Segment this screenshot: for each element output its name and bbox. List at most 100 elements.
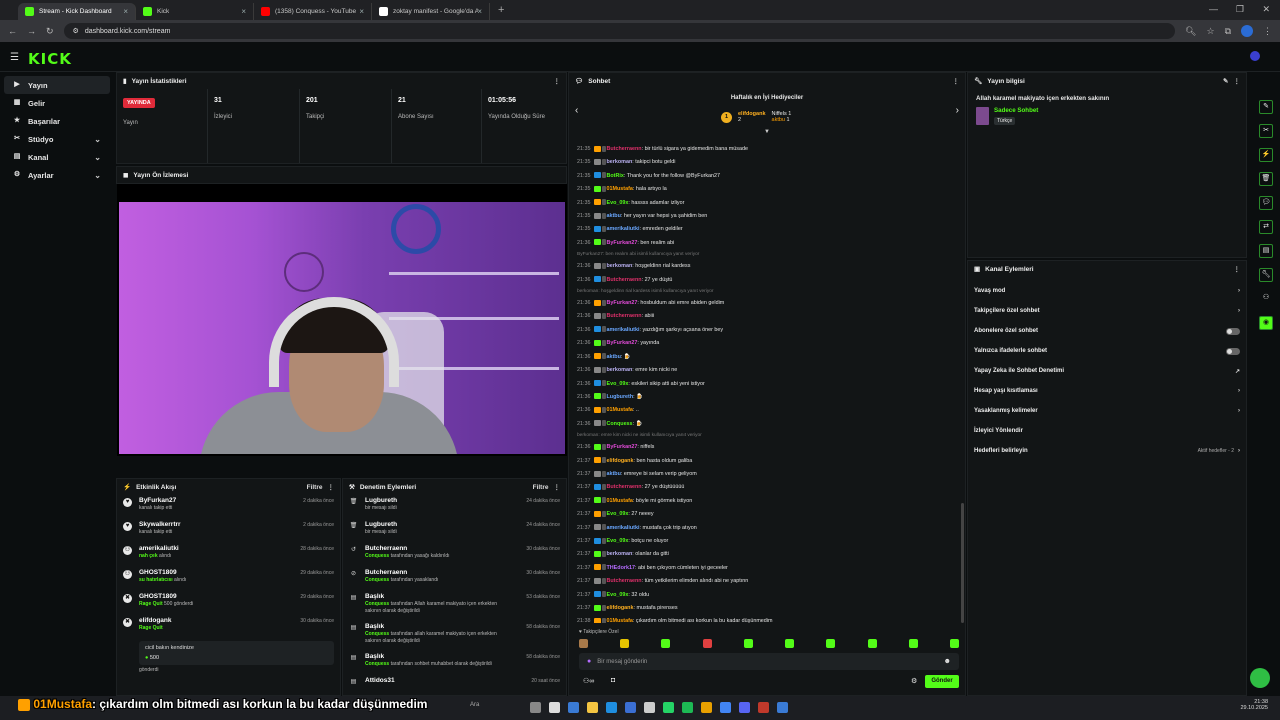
emote-icon[interactable] <box>743 639 753 648</box>
chevron-down-icon[interactable]: ⌄ <box>94 171 101 180</box>
site-info-icon[interactable]: ⚙ <box>73 27 79 35</box>
chat-rail-icon[interactable]: 💬︎ <box>1259 196 1273 210</box>
sidebar-item[interactable]: ▤ Kanal ⌄ <box>4 148 110 166</box>
chat-username[interactable]: 01Mustafa <box>607 186 633 192</box>
chat-username[interactable]: Butcherraenn <box>607 484 642 490</box>
sidebar-item[interactable]: ⚙ Ayarlar ⌄ <box>4 166 110 184</box>
chat-username[interactable]: Butcherraenn <box>607 277 642 283</box>
edit-rail-icon[interactable]: ✎ <box>1259 100 1273 114</box>
chat-username[interactable]: elifdogank <box>607 458 634 464</box>
chat-message[interactable]: 21:37 THEdork17: abi ben çıkıyom cümleten… <box>569 562 959 575</box>
channel-action-row[interactable]: Yavaş mod › <box>968 281 1246 301</box>
chat-message[interactable]: 21:38 01Mustafa: çıkardım olm bitmedi ası… <box>569 615 959 623</box>
chat-message[interactable]: 21:36 01Mustafa: .. <box>569 404 959 417</box>
task-view-icon[interactable] <box>530 702 541 713</box>
moderation-item[interactable]: ↺ Butcherraenn Conquess tarafından yasağı … <box>343 543 566 567</box>
gifter-name[interactable]: elifdogank <box>738 111 766 117</box>
chat-username[interactable]: ByFurkan27 <box>607 300 638 306</box>
widgets-icon[interactable] <box>549 702 560 713</box>
chat-username[interactable]: ByFurkan27 <box>607 444 638 450</box>
chat-message[interactable]: 21:35 amerikaliutki: emreden geldiler <box>569 223 959 236</box>
chat-username[interactable]: berkoman <box>607 263 633 269</box>
channel-action-row[interactable]: Yapay Zeka ile Sohbet Denetimi ↗ <box>968 361 1246 381</box>
chat-username[interactable]: berkoman <box>607 551 633 557</box>
clip-icon[interactable]: ✂ <box>1259 124 1273 138</box>
address-bar[interactable]: ⚙ dashboard.kick.com/stream <box>63 23 1176 39</box>
chat-username[interactable]: aktbu <box>607 471 621 477</box>
external-link-icon[interactable]: ↗ <box>1235 368 1240 375</box>
edge-icon[interactable] <box>606 702 617 713</box>
moderation-item[interactable]: ▤ Attidos31 20 saat önce <box>343 675 566 695</box>
channel-action-row[interactable]: Takipçilere özel sohbet › <box>968 301 1246 321</box>
more-options-icon[interactable]: ⋮ <box>953 77 960 85</box>
chat-message[interactable]: 21:37 01Mustafa: böyle mi görmek istiyon <box>569 495 959 508</box>
moderation-item[interactable]: ▤ Başlık Conquess tarafından Allah karamel… <box>343 591 566 621</box>
app-icon[interactable] <box>644 702 655 713</box>
chat-message[interactable]: 21:36 ByFurkan27: ben realim abi <box>569 237 959 250</box>
chat-message[interactable]: 21:35 aktbu: her yayın var hepsi ya şahid… <box>569 210 959 223</box>
moderation-item[interactable]: ▤ Başlık Conquess tarafından sohbet muhabb… <box>343 651 566 675</box>
more-options-icon[interactable]: ⋮ <box>1234 265 1241 273</box>
channel-action-row[interactable]: İzleyici Yönlendir <box>968 421 1246 441</box>
discord-icon[interactable] <box>739 702 750 713</box>
activity-item[interactable]: ⚇ GHOST1809 su hatırlatıcısı alındı 29 daki… <box>117 567 340 591</box>
zoom-icon[interactable]: 🔍︎ <box>1185 26 1196 37</box>
more-options-icon[interactable]: ⋮ <box>554 77 561 85</box>
chat-message[interactable]: 21:36 berkoman: hoşgeldinn rial kardess <box>569 260 959 273</box>
camera-small-icon[interactable]: ◘ <box>611 677 615 684</box>
tool-icon[interactable]: 🔧︎ <box>1259 268 1273 282</box>
browser-menu-icon[interactable]: ⋮ <box>1263 26 1272 37</box>
tab-close-icon[interactable]: × <box>241 7 246 16</box>
chat-username[interactable]: 01Mustafa <box>607 407 633 413</box>
activity-item[interactable]: ♥ ByFurkan27 kanalı takip etti 2 dakika önc… <box>117 495 340 519</box>
chat-username[interactable]: Lugbureth <box>607 394 634 400</box>
chrome-icon[interactable] <box>720 702 731 713</box>
kick-logo[interactable]: KICK <box>28 50 72 68</box>
chat-scrollbar[interactable] <box>961 503 964 623</box>
sidebar-item[interactable]: ★ Başarılar <box>4 112 110 130</box>
gifter-name[interactable]: aktbu <box>772 117 785 123</box>
emote-icon[interactable] <box>661 639 671 648</box>
forward-icon[interactable]: → <box>27 26 36 36</box>
chat-message[interactable]: 21:35 01Mustafa: hala artıyo la <box>569 183 959 196</box>
emote-icon[interactable] <box>620 639 630 648</box>
chat-username[interactable]: amerikaliutki <box>607 226 640 232</box>
tab-close-icon[interactable]: × <box>477 7 482 16</box>
people-icon[interactable]: ⚇∞ <box>583 677 594 685</box>
user-avatar[interactable] <box>1250 51 1260 61</box>
tab-close-icon[interactable]: × <box>123 7 128 16</box>
bookmark-star-icon[interactable]: ☆ <box>1206 26 1214 37</box>
moderation-item[interactable]: 🗑︎ Lugbureth bir mesajı sildi 24 dakika önc… <box>343 519 566 543</box>
chat-username[interactable]: ByFurkan27 <box>607 240 638 246</box>
profile-avatar[interactable] <box>1241 25 1253 37</box>
browser-tab[interactable]: Stream - Kick Dashboard × <box>18 3 136 20</box>
spotify-icon[interactable] <box>682 702 693 713</box>
extensions-icon[interactable]: ⧉ <box>1225 26 1231 37</box>
chat-message[interactable]: 21:36 ByFurkan27: hosbuldum abi emre abid… <box>569 297 959 310</box>
chat-message[interactable]: 21:36 Butcherraenn: abiii <box>569 310 959 323</box>
chat-message[interactable]: 21:37 aktbu: emreye bi selam verip geliyo… <box>569 468 959 481</box>
chat-username[interactable]: 01Mustafa <box>607 618 633 623</box>
chat-message[interactable]: 21:37 Evo_09x: 32 oldu <box>569 589 959 602</box>
sidebar-item[interactable]: ▦ Gelir <box>4 94 110 112</box>
trash-icon[interactable]: 🗑︎ <box>1259 172 1273 186</box>
channel-action-row[interactable]: Yalnızca ifadelerle sohbet <box>968 341 1246 361</box>
chevron-down-icon[interactable]: ⌄ <box>94 153 101 162</box>
chat-username[interactable]: Butcherraenn <box>607 146 642 152</box>
category-link[interactable]: Sadece Sohbet <box>994 107 1038 114</box>
chat-username[interactable]: elifdogank <box>607 605 634 611</box>
chat-message[interactable]: 21:37 berkoman: olanlar da gitti <box>569 548 959 561</box>
collapse-icon[interactable]: ▼ <box>764 129 770 135</box>
more-options-icon[interactable]: ⋮ <box>1234 77 1241 85</box>
chat-message[interactable]: 21:36 ByFurkan27: yayında <box>569 337 959 350</box>
tab-close-icon[interactable]: × <box>359 7 364 16</box>
chat-message[interactable]: 21:36 ByFurkan27: niffels <box>569 441 959 454</box>
raid-icon[interactable]: ⇄ <box>1259 220 1273 234</box>
moderation-item[interactable]: 🗑︎ Lugbureth bir mesajı sildi 24 dakika önc… <box>343 495 566 519</box>
chat-message[interactable]: 21:36 Lugbureth: 🍺 <box>569 391 959 404</box>
emote-icon[interactable] <box>826 639 836 648</box>
prev-arrow-icon[interactable]: ‹ <box>575 105 578 116</box>
toggle-switch[interactable] <box>1226 347 1240 355</box>
new-tab-icon[interactable]: + <box>490 4 512 16</box>
activity-item[interactable]: ✖ elifdogank Rage Quit 30 dakika önce <box>117 615 340 639</box>
